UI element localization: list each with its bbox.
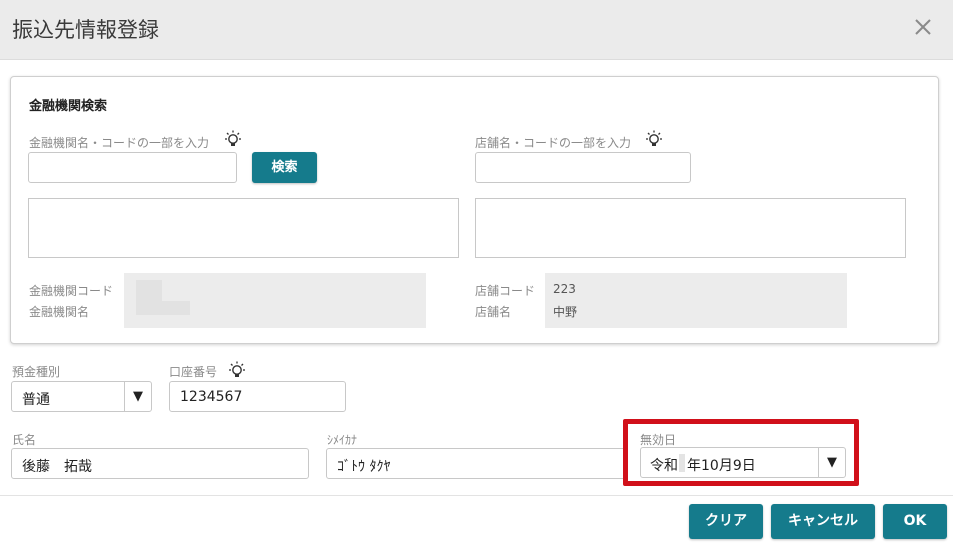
ok-button-label: OK <box>903 513 927 529</box>
bank-query-label: 金融機関名・コードの一部を入力 <box>29 136 210 150</box>
bank-results-list[interactable] <box>28 198 459 258</box>
search-button[interactable]: 検索 <box>252 152 317 183</box>
branch-name-label: 店舗名 <box>475 305 512 319</box>
bank-name-label: 金融機関名 <box>29 305 90 319</box>
account-number-label: 口座番号 <box>169 365 218 379</box>
branch-results-list[interactable] <box>475 198 906 258</box>
bank-info-box <box>124 273 426 328</box>
dialog-titlebar: 振込先情報登録 <box>0 0 953 60</box>
lightbulb-icon[interactable] <box>227 361 247 381</box>
footer-divider <box>0 495 953 496</box>
lightbulb-icon[interactable] <box>223 130 243 150</box>
account-number-input[interactable]: 1234567 <box>169 381 346 412</box>
redacted-bank-name <box>136 301 190 315</box>
branch-name-value: 中野 <box>553 305 578 319</box>
kana-label: ｼﾒｲｶﾅ <box>327 433 358 447</box>
section-title: 金融機関検索 <box>29 99 108 114</box>
branch-query-input[interactable] <box>475 152 691 183</box>
branch-info-box: 223 中野 <box>545 273 847 328</box>
bank-search-panel: 金融機関検索 金融機関名・コードの一部を入力 検索 店舗名・コードの一部を入力 <box>10 76 939 344</box>
name-input[interactable]: 後藤 拓哉 <box>11 448 309 479</box>
cancel-button[interactable]: キャンセル <box>771 504 875 539</box>
dialog-title: 振込先情報登録 <box>12 18 159 42</box>
bank-code-label: 金融機関コード <box>29 284 114 298</box>
cancel-button-label: キャンセル <box>788 513 858 529</box>
branch-code-value: 223 <box>553 282 576 296</box>
deposit-type-label: 預金種別 <box>12 365 61 379</box>
chevron-down-icon: ▼ <box>124 382 151 411</box>
highlight-box <box>623 419 859 486</box>
branch-code-label: 店舗コード <box>475 284 536 298</box>
close-icon[interactable] <box>910 14 936 40</box>
bank-query-input[interactable] <box>28 152 237 183</box>
clear-button-label: クリア <box>705 513 747 529</box>
deposit-type-select[interactable]: 普通 ▼ <box>11 381 152 412</box>
search-button-label: 検索 <box>271 160 298 175</box>
branch-query-label: 店舗名・コードの一部を入力 <box>475 136 632 150</box>
lightbulb-icon[interactable] <box>644 130 664 150</box>
clear-button[interactable]: クリア <box>689 504 763 539</box>
name-label: 氏名 <box>12 433 37 447</box>
kana-input[interactable]: ｺﾞﾄｳ ﾀｸﾔ <box>326 448 626 479</box>
ok-button[interactable]: OK <box>883 504 947 539</box>
deposit-type-value: 普通 <box>22 392 50 408</box>
